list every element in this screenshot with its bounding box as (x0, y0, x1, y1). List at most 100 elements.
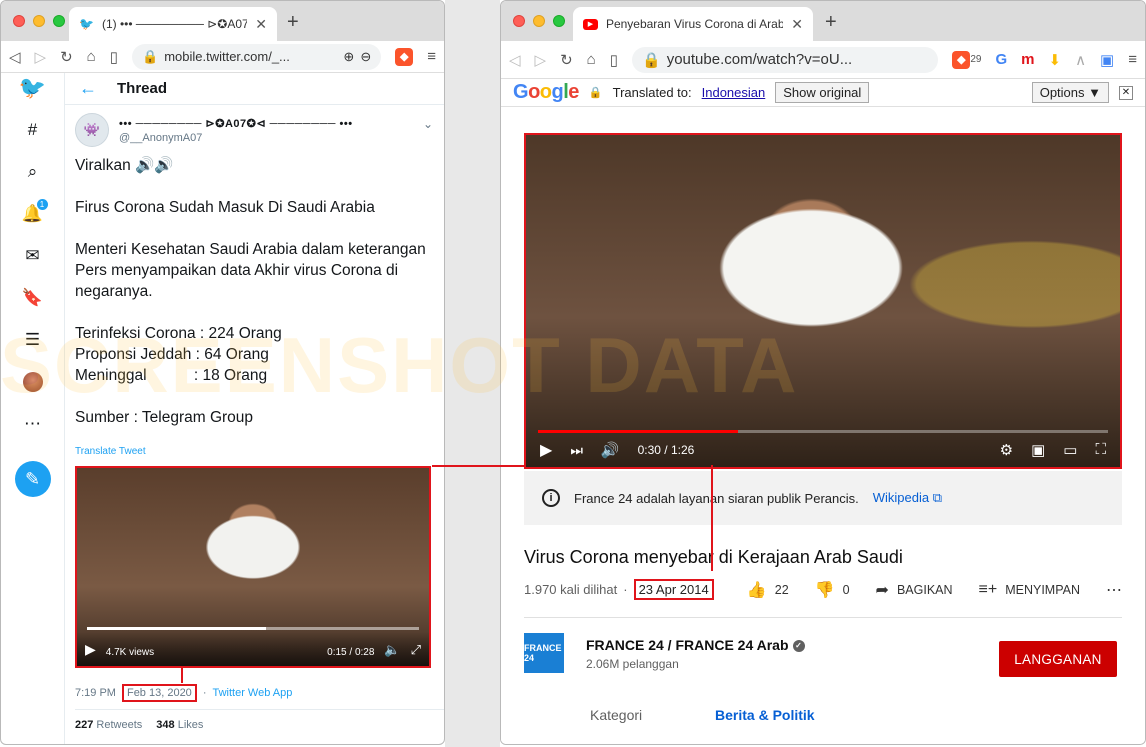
dot-separator: · (202, 687, 207, 699)
close-tab-icon[interactable]: ✕ (255, 16, 267, 33)
tab-bar: 🐦 (1) ••• ──────── ⊳✪A07✪⊲ ──────── ••• … (1, 1, 444, 41)
lists-icon[interactable]: ☰ (22, 329, 44, 351)
brave-shield-icon[interactable]: ◆ (395, 47, 414, 66)
twitter-logo-icon[interactable]: 🐦 (19, 75, 46, 100)
messages-icon[interactable]: ✉ (22, 245, 44, 267)
new-tab-button[interactable]: + (287, 11, 299, 34)
home-icon[interactable]: ⌂ (87, 48, 96, 65)
browser-tab[interactable]: 🐦 (1) ••• ──────── ⊳✪A07✪⊲ ──────── ••• … (69, 7, 277, 41)
author-handle[interactable]: @__AnonymA07 (119, 132, 353, 144)
translate-extension-icon[interactable]: G (995, 51, 1007, 68)
settings-icon[interactable]: ⚙ (1000, 441, 1013, 459)
back-icon[interactable]: ◁ (9, 48, 21, 66)
brave-shield-icon[interactable]: ◆ (952, 50, 971, 69)
twitter-sidebar: 🐦 # ⌕ 🔔 1 ✉ 🔖 ☰ ⋯ ✎ (1, 73, 65, 744)
m-extension-icon[interactable]: m (1021, 51, 1034, 68)
tweet-author[interactable]: 👾 ••• ──────── ⊳✪A07✪⊲ ──────── ••• @__A… (75, 113, 353, 147)
youtube-video-player[interactable]: ▶ ⏭ 🔊 0:30 / 1:26 ⚙ ▣ ▭ ⛶ (524, 133, 1122, 469)
minimize-window-button[interactable] (33, 15, 45, 27)
like-button[interactable]: 👍 22 (747, 580, 789, 600)
video-time: 0:30 / 1:26 (637, 443, 695, 457)
back-arrow-icon[interactable]: ← (79, 78, 97, 99)
minimize-window-button[interactable] (533, 15, 545, 27)
fullscreen-icon[interactable]: ⤢ (411, 642, 421, 658)
tweet-line: Sumber : Telegram Group (75, 409, 254, 426)
tweet-app-link[interactable]: Twitter Web App (212, 687, 292, 699)
zoom-icon[interactable]: ⊖ (360, 49, 371, 65)
close-tab-icon[interactable]: ✕ (791, 16, 803, 33)
likes-stat[interactable]: 348 Likes (156, 719, 203, 731)
video-progress-bar[interactable] (87, 627, 419, 630)
back-icon[interactable]: ◁ (509, 51, 521, 69)
new-tab-button[interactable]: + (825, 11, 837, 34)
volume-icon[interactable]: 🔊 (601, 441, 620, 459)
g-extension-icon[interactable]: ▣ (1100, 51, 1114, 69)
author-name[interactable]: ••• ──────── ⊳✪A07✪⊲ ──────── ••• (119, 117, 353, 130)
close-window-button[interactable] (13, 15, 25, 27)
channel-logo[interactable]: FRANCE 24 (524, 633, 564, 673)
tweet-line: Viralkan 🔊🔊 (75, 157, 174, 174)
language-select[interactable]: Indonesian (702, 85, 766, 100)
subscribe-button[interactable]: LANGGANAN (999, 641, 1117, 677)
pin-extension-icon[interactable]: ⬇ (1048, 51, 1061, 69)
bookmark-icon[interactable]: ▯ (610, 51, 618, 69)
browser-tab[interactable]: ▶ Penyebaran Virus Corona di Arab S ✕ (573, 7, 813, 41)
close-window-button[interactable] (513, 15, 525, 27)
forward-icon[interactable]: ▷ (535, 51, 547, 69)
chevron-down-icon[interactable]: ⌄ (423, 117, 433, 131)
play-icon[interactable]: ▶ (85, 641, 96, 658)
home-icon[interactable]: ⌂ (587, 51, 596, 68)
compose-tweet-button[interactable]: ✎ (14, 461, 51, 497)
a-extension-icon[interactable]: ∧ (1075, 51, 1086, 69)
channel-name[interactable]: FRANCE 24 / FRANCE 24 Arab ✓ (586, 637, 805, 653)
comparison-connector-vertical-left (181, 667, 183, 683)
retweets-stat[interactable]: 227 Retweets (75, 719, 142, 731)
volume-icon[interactable]: 🔈 (384, 642, 400, 658)
comparison-connector (432, 465, 525, 467)
address-bar[interactable]: 🔒 mobile.twitter.com/_... ⊕ ⊖ (132, 43, 382, 70)
category-link[interactable]: Berita & Politik (715, 707, 815, 723)
url-text: youtube.com/watch?v=oU... (666, 51, 853, 68)
dislike-button[interactable]: 👎 0 (815, 580, 850, 600)
bookmark-icon[interactable]: ▯ (110, 48, 118, 66)
reload-icon[interactable]: ↻ (560, 51, 573, 69)
author-avatar[interactable]: 👾 (75, 113, 109, 147)
window-gap (445, 0, 500, 747)
more-options-icon[interactable]: ⋯ (1106, 580, 1122, 600)
options-button[interactable]: Options ▼ (1031, 82, 1109, 103)
share-button[interactable]: ➦ BAGIKAN (876, 580, 953, 600)
more-icon[interactable]: ⋯ (22, 413, 44, 435)
address-bar[interactable]: 🔒 youtube.com/watch?v=oU... (632, 46, 939, 73)
tweet-time: 7:19 PM (75, 687, 116, 699)
subscriber-count: 2.06M pelanggan (586, 657, 679, 671)
video-progress-fill (87, 627, 267, 630)
tweet-video[interactable]: ▶ 4.7K views 0:15 / 0:28 🔈 ⤢ (75, 466, 431, 668)
tweet-date[interactable]: Feb 13, 2020 (121, 684, 197, 702)
notifications-icon[interactable]: 🔔 1 (22, 199, 48, 225)
translate-tweet-link[interactable]: Translate Tweet (75, 446, 146, 457)
miniplayer-icon[interactable]: ▣ (1031, 441, 1045, 459)
search-icon[interactable]: ⌕ (22, 161, 44, 183)
profile-icon[interactable] (22, 371, 44, 393)
channel-name-text: FRANCE 24 / FRANCE 24 Arab (586, 637, 789, 653)
explore-icon[interactable]: # (22, 119, 44, 141)
theater-mode-icon[interactable]: ▭ (1063, 441, 1077, 459)
show-original-button[interactable]: Show original (775, 82, 870, 103)
reload-icon[interactable]: ↻ (60, 48, 73, 66)
fullscreen-icon[interactable]: ⛶ (1095, 441, 1106, 459)
wikipedia-link[interactable]: Wikipedia ⧉ (873, 490, 942, 506)
maximize-window-button[interactable] (553, 15, 565, 27)
menu-icon[interactable]: ≡ (427, 48, 436, 65)
save-button[interactable]: ≡+ MENYIMPAN (979, 581, 1080, 599)
close-icon[interactable]: ✕ (1119, 85, 1133, 100)
add-icon[interactable]: ⊕ (343, 49, 354, 65)
maximize-window-button[interactable] (53, 15, 65, 27)
next-icon[interactable]: ⏭ (570, 442, 583, 459)
menu-icon[interactable]: ≡ (1128, 51, 1137, 68)
bookmarks-icon[interactable]: 🔖 (22, 287, 44, 309)
notification-badge: 1 (36, 199, 48, 210)
translated-to-label: Translated to: (612, 85, 692, 100)
divider (524, 617, 1122, 618)
forward-icon[interactable]: ▷ (35, 48, 47, 66)
play-icon[interactable]: ▶ (540, 440, 552, 460)
